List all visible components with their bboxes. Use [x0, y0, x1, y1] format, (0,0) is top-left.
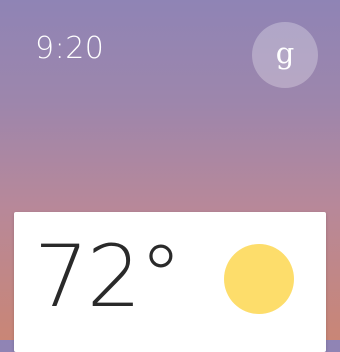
temperature-value: 72°: [34, 227, 182, 327]
clock-time: 9:20: [35, 31, 105, 66]
watch-face: 9:20 g 72°: [0, 0, 340, 352]
google-assistant-button[interactable]: g: [252, 22, 318, 88]
sun-icon: [224, 244, 294, 314]
google-g-icon: g: [275, 36, 295, 70]
weather-card[interactable]: 72°: [14, 212, 326, 352]
